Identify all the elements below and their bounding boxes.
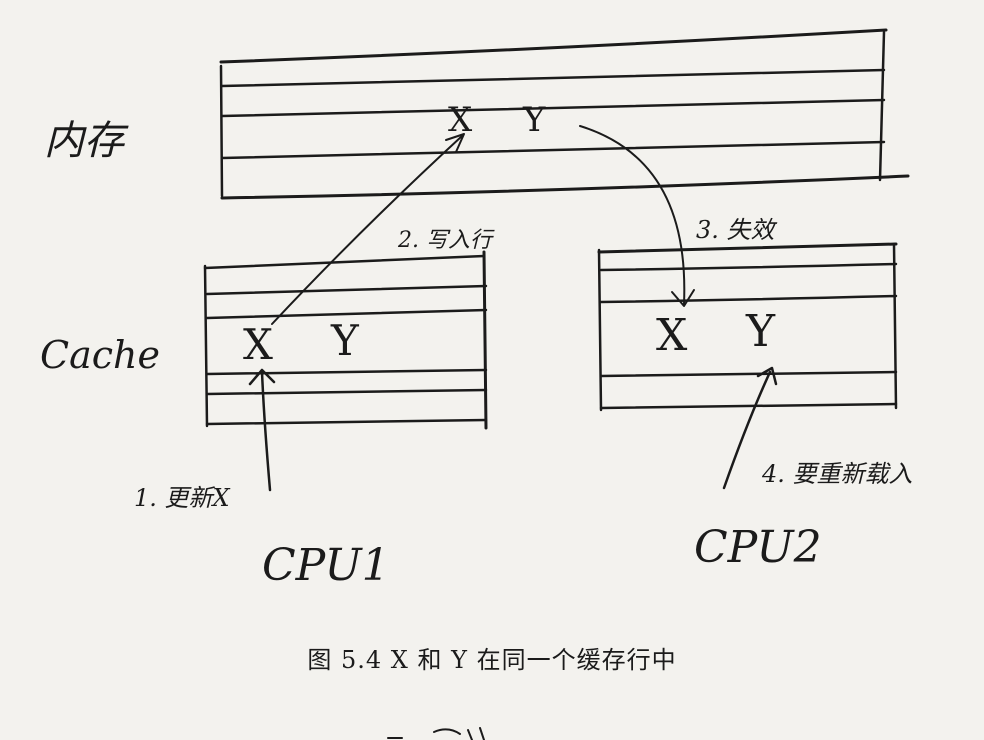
memory-x: X bbox=[448, 100, 473, 140]
cache1-y: Y bbox=[331, 316, 359, 365]
cache2-y: Y bbox=[746, 306, 776, 357]
invalidate-arrow bbox=[579, 125, 695, 307]
figure-page: 内存 Cache CPU1 CPU2 X Y X Y X Y 1. 更新X 2.… bbox=[0, 0, 984, 740]
cache1-x: X bbox=[243, 320, 273, 369]
step-2-label: 2. 写入行 bbox=[398, 228, 492, 253]
step-3-label: 3. 失效 bbox=[696, 216, 775, 244]
cpu1-label: CPU1 bbox=[262, 540, 390, 591]
step-1-label: 1. 更新X bbox=[134, 484, 230, 512]
memory-y: Y bbox=[523, 100, 546, 140]
cpu2-label: CPU2 bbox=[694, 522, 822, 573]
memory-label: 内存 bbox=[44, 118, 124, 164]
cache-label: Cache bbox=[40, 333, 160, 377]
cropped-handwriting-fragment bbox=[387, 727, 485, 740]
cache2-x: X bbox=[656, 310, 688, 361]
figure-caption: 图 5.4 X 和 Y 在同一个缓存行中 bbox=[307, 646, 677, 674]
cpu1-update-arrow bbox=[248, 368, 276, 492]
step-4-label: 4. 要重新载入 bbox=[762, 460, 913, 488]
memory-block bbox=[219, 28, 910, 200]
